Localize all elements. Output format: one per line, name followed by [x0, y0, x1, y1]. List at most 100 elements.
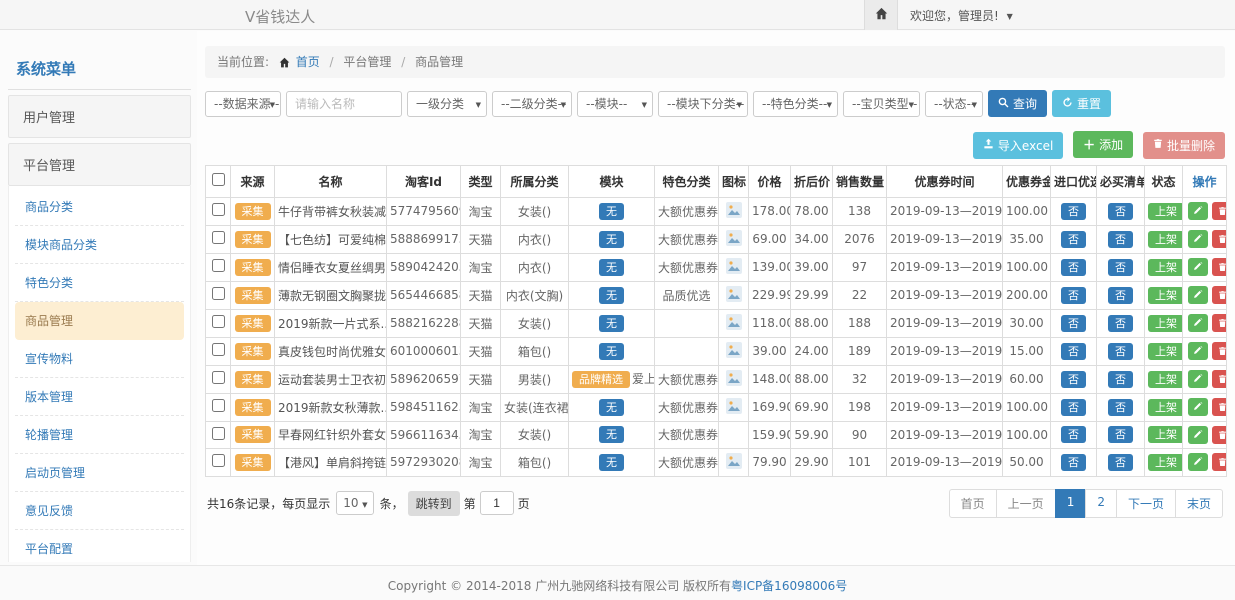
- sidebar-item-0[interactable]: 用户管理: [8, 95, 191, 138]
- sidebar-subitem-1[interactable]: 模块商品分类: [15, 226, 184, 264]
- import-select-toggle[interactable]: 否: [1061, 259, 1086, 276]
- must-buy-toggle[interactable]: 否: [1108, 426, 1133, 443]
- breadcrumb-home-link[interactable]: 首页: [296, 55, 320, 69]
- page-button-1[interactable]: 上一页: [996, 489, 1056, 518]
- reset-button[interactable]: 重置: [1052, 90, 1111, 117]
- import-select-toggle[interactable]: 否: [1061, 315, 1086, 332]
- edit-button[interactable]: [1188, 258, 1208, 276]
- sidebar-subitem-3[interactable]: 商品管理: [15, 302, 184, 340]
- item-type-select[interactable]: --宝贝类型--▼: [843, 91, 920, 117]
- import-select-toggle[interactable]: 否: [1061, 231, 1086, 248]
- row-checkbox[interactable]: [212, 259, 225, 272]
- delete-button[interactable]: [1212, 202, 1227, 220]
- edit-button[interactable]: [1188, 202, 1208, 220]
- edit-button[interactable]: [1188, 314, 1208, 332]
- must-buy-toggle[interactable]: 否: [1108, 454, 1133, 471]
- module-select[interactable]: --模块--▼: [577, 91, 653, 117]
- delete-button[interactable]: [1212, 398, 1227, 416]
- row-checkbox[interactable]: [212, 203, 225, 216]
- page-number-input[interactable]: [480, 491, 514, 515]
- must-buy-toggle[interactable]: 否: [1108, 343, 1133, 360]
- import-select-toggle[interactable]: 否: [1061, 203, 1086, 220]
- edit-button[interactable]: [1188, 370, 1208, 388]
- import-excel-button[interactable]: 导入excel: [973, 132, 1063, 159]
- row-checkbox[interactable]: [212, 399, 225, 412]
- page-button-4[interactable]: 下一页: [1116, 489, 1176, 518]
- jump-button[interactable]: 跳转到: [408, 491, 460, 516]
- must-buy-toggle[interactable]: 否: [1108, 203, 1133, 220]
- query-button[interactable]: 查询: [988, 90, 1047, 117]
- row-checkbox[interactable]: [212, 287, 225, 300]
- must-buy-toggle[interactable]: 否: [1108, 371, 1133, 388]
- batch-delete-button[interactable]: 批量删除: [1143, 132, 1225, 159]
- status-button[interactable]: 上架: [1148, 231, 1183, 248]
- sidebar-subitem-7[interactable]: 启动页管理: [15, 454, 184, 492]
- delete-button[interactable]: [1212, 426, 1227, 444]
- row-checkbox[interactable]: [212, 427, 225, 440]
- status-button[interactable]: 上架: [1148, 259, 1183, 276]
- delete-button[interactable]: [1212, 314, 1227, 332]
- icp-link[interactable]: 粤ICP备16098006号: [731, 579, 847, 593]
- row-checkbox[interactable]: [212, 343, 225, 356]
- level2-category-select[interactable]: --二级分类--▼: [492, 91, 572, 117]
- sidebar-subitem-2[interactable]: 特色分类: [15, 264, 184, 302]
- sidebar-subitem-5[interactable]: 版本管理: [15, 378, 184, 416]
- delete-button[interactable]: [1212, 286, 1227, 304]
- must-buy-toggle[interactable]: 否: [1108, 315, 1133, 332]
- delete-button[interactable]: [1212, 453, 1227, 471]
- edit-button[interactable]: [1188, 426, 1208, 444]
- delete-button[interactable]: [1212, 342, 1227, 360]
- status-select[interactable]: --状态--▼: [925, 91, 983, 117]
- status-button[interactable]: 上架: [1148, 203, 1183, 220]
- import-select-toggle[interactable]: 否: [1061, 371, 1086, 388]
- row-checkbox[interactable]: [212, 454, 225, 467]
- per-page-select[interactable]: 10 ▼: [336, 491, 373, 515]
- import-select-toggle[interactable]: 否: [1061, 287, 1086, 304]
- row-checkbox[interactable]: [212, 231, 225, 244]
- sidebar-item-1[interactable]: 平台管理: [8, 143, 191, 186]
- status-button[interactable]: 上架: [1148, 454, 1183, 471]
- feature-category-select[interactable]: --特色分类--▼: [753, 91, 838, 117]
- name-search-input[interactable]: [286, 91, 402, 117]
- must-buy-toggle[interactable]: 否: [1108, 287, 1133, 304]
- add-button[interactable]: ＋ 添加: [1073, 131, 1133, 158]
- status-button[interactable]: 上架: [1148, 315, 1183, 332]
- edit-button[interactable]: [1188, 342, 1208, 360]
- row-checkbox[interactable]: [212, 371, 225, 384]
- page-button-2[interactable]: 1: [1055, 489, 1087, 518]
- sidebar-subitem-8[interactable]: 意见反馈: [15, 492, 184, 530]
- module-subcategory-select[interactable]: --模块下分类--▼: [658, 91, 748, 117]
- import-select-toggle[interactable]: 否: [1061, 426, 1086, 443]
- page-button-3[interactable]: 2: [1085, 489, 1117, 518]
- edit-button[interactable]: [1188, 286, 1208, 304]
- page-button-0[interactable]: 首页: [949, 489, 997, 518]
- status-button[interactable]: 上架: [1148, 343, 1183, 360]
- sidebar-subitem-0[interactable]: 商品分类: [15, 188, 184, 226]
- select-all-checkbox[interactable]: [212, 173, 225, 186]
- status-button[interactable]: 上架: [1148, 287, 1183, 304]
- sidebar-subitem-9[interactable]: 平台配置: [15, 530, 184, 562]
- page-button-5[interactable]: 末页: [1175, 489, 1223, 518]
- must-buy-toggle[interactable]: 否: [1108, 231, 1133, 248]
- status-button[interactable]: 上架: [1148, 371, 1183, 388]
- data-source-select[interactable]: --数据来源--▼: [205, 91, 281, 117]
- sidebar-subitem-6[interactable]: 轮播管理: [15, 416, 184, 454]
- import-select-toggle[interactable]: 否: [1061, 343, 1086, 360]
- home-button[interactable]: [864, 0, 898, 30]
- status-button[interactable]: 上架: [1148, 426, 1183, 443]
- edit-button[interactable]: [1188, 230, 1208, 248]
- status-button[interactable]: 上架: [1148, 399, 1183, 416]
- must-buy-toggle[interactable]: 否: [1108, 399, 1133, 416]
- row-checkbox[interactable]: [212, 315, 225, 328]
- must-buy-toggle[interactable]: 否: [1108, 259, 1133, 276]
- edit-button[interactable]: [1188, 398, 1208, 416]
- edit-button[interactable]: [1188, 453, 1208, 471]
- delete-button[interactable]: [1212, 258, 1227, 276]
- user-menu[interactable]: 欢迎您，管理员! ▼: [910, 7, 1013, 24]
- sidebar-subitem-4[interactable]: 宣传物料: [15, 340, 184, 378]
- delete-button[interactable]: [1212, 370, 1227, 388]
- import-select-toggle[interactable]: 否: [1061, 399, 1086, 416]
- delete-button[interactable]: [1212, 230, 1227, 248]
- level1-category-select[interactable]: 一级分类▼: [407, 91, 487, 117]
- import-select-toggle[interactable]: 否: [1061, 454, 1086, 471]
